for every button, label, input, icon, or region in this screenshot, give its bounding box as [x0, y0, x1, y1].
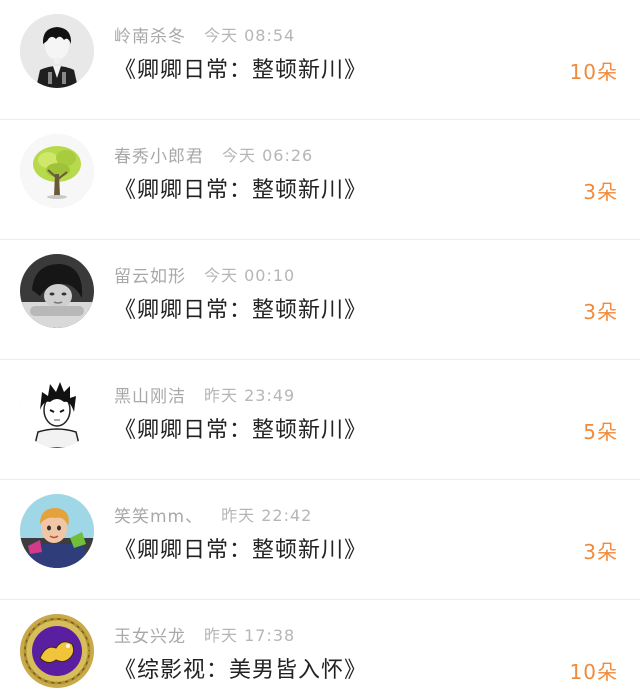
timestamp: 昨天 22:42: [221, 506, 313, 525]
avatar[interactable]: [20, 374, 94, 448]
avatar-girl-icon: [20, 254, 94, 328]
username[interactable]: 留云如形: [114, 262, 186, 287]
timestamp: 昨天 17:38: [204, 626, 296, 645]
username[interactable]: 岭南杀冬: [114, 22, 186, 47]
flower-count: 10朵: [569, 60, 618, 84]
timestamp: 昨天 23:49: [204, 386, 296, 405]
avatar[interactable]: [20, 494, 94, 568]
flower-count: 3朵: [583, 180, 618, 204]
item-meta: 玉女兴龙 昨天 17:38: [114, 620, 295, 648]
book-title[interactable]: 《卿卿日常：整顿新川》: [114, 292, 367, 324]
gift-record-list: 岭南杀冬 今天 08:54 《卿卿日常：整顿新川》 10朵 春秀小郎君 今天 0…: [0, 0, 640, 695]
timestamp: 今天 00:10: [204, 266, 296, 285]
avatar[interactable]: [20, 614, 94, 688]
avatar-boy-icon: [20, 14, 94, 88]
avatar[interactable]: [20, 134, 94, 208]
username[interactable]: 笑笑mm、: [114, 502, 203, 527]
tree-icon: [20, 134, 94, 208]
timestamp: 今天 06:26: [222, 146, 314, 165]
avatar[interactable]: [20, 254, 94, 328]
list-item[interactable]: 玉女兴龙 昨天 17:38 《综影视：美男皆入怀》 10朵: [0, 600, 640, 695]
flower-count: 3朵: [583, 300, 618, 324]
list-item[interactable]: 笑笑mm、 昨天 22:42 《卿卿日常：整顿新川》 3朵: [0, 480, 640, 600]
flower-count: 10朵: [569, 660, 618, 684]
item-meta: 笑笑mm、 昨天 22:42: [114, 500, 312, 528]
avatar[interactable]: [20, 14, 94, 88]
avatar-kid-icon: [20, 494, 94, 568]
list-item[interactable]: 黑山刚洁 昨天 23:49 《卿卿日常：整顿新川》 5朵: [0, 360, 640, 480]
username[interactable]: 春秀小郎君: [114, 142, 204, 167]
book-title[interactable]: 《卿卿日常：整顿新川》: [114, 172, 367, 204]
book-title[interactable]: 《卿卿日常：整顿新川》: [114, 412, 367, 444]
book-title[interactable]: 《综影视：美男皆入怀》: [114, 652, 367, 684]
username[interactable]: 玉女兴龙: [114, 622, 186, 647]
item-meta: 春秀小郎君 今天 06:26: [114, 140, 313, 168]
item-meta: 留云如形 今天 00:10: [114, 260, 295, 288]
list-item[interactable]: 留云如形 今天 00:10 《卿卿日常：整顿新川》 3朵: [0, 240, 640, 360]
avatar-anime-boy-icon: [20, 374, 94, 448]
list-item[interactable]: 春秀小郎君 今天 06:26 《卿卿日常：整顿新川》 3朵: [0, 120, 640, 240]
book-title[interactable]: 《卿卿日常：整顿新川》: [114, 52, 367, 84]
item-meta: 岭南杀冬 今天 08:54: [114, 20, 295, 48]
avatar-emblem-icon: [20, 614, 94, 688]
book-title[interactable]: 《卿卿日常：整顿新川》: [114, 532, 367, 564]
flower-count: 3朵: [583, 540, 618, 564]
timestamp: 今天 08:54: [204, 26, 296, 45]
flower-count: 5朵: [583, 420, 618, 444]
item-meta: 黑山刚洁 昨天 23:49: [114, 380, 295, 408]
username[interactable]: 黑山刚洁: [114, 382, 186, 407]
list-item[interactable]: 岭南杀冬 今天 08:54 《卿卿日常：整顿新川》 10朵: [0, 0, 640, 120]
